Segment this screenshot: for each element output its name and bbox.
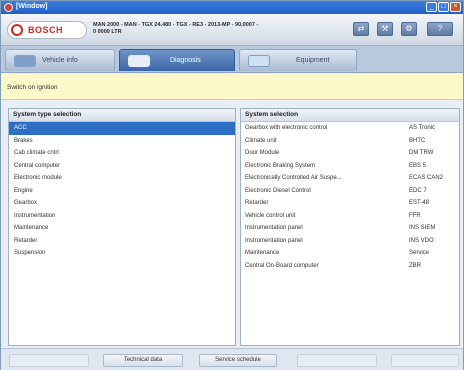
system-row[interactable]: Instrumentation panel INS VDO [241,235,459,248]
system-type-item[interactable]: Instrumentation [9,210,235,223]
minimize-button[interactable]: _ [426,2,437,12]
bottom-button-5[interactable] [391,354,459,367]
settings-icon[interactable]: ⚙ [401,22,417,36]
system-row[interactable]: Electronic Diesel Control EDC 7 [241,185,459,198]
system-type-item[interactable]: Engine [9,185,235,198]
connection-icon[interactable]: ⇄ [353,22,369,36]
system-code: EBS 5 [409,162,427,169]
system-type-header: System type selection [9,109,235,122]
system-type-item[interactable]: Electronic module [9,172,235,185]
system-type-item[interactable]: Gearbox [9,197,235,210]
bosch-armature-icon [11,24,23,36]
status-message: Switch on ignition [1,74,463,100]
system-row[interactable]: Retarder EST-48 [241,197,459,210]
system-code: FFR [409,212,421,219]
diagnosis-icon [128,55,150,67]
system-name: Maintenance [245,250,280,256]
vehicle-icon [14,55,36,67]
system-type-item[interactable]: Retarder [9,235,235,248]
system-type-item[interactable]: ACC [9,122,235,135]
system-selection-panel: System selection Gearbox with electronic… [240,108,460,346]
system-code: INS VDO [409,237,434,244]
bottom-button-1[interactable] [9,354,89,367]
tab-diagnosis[interactable]: Diagnosis [119,49,235,71]
tools-icon[interactable]: ⚒ [377,22,393,36]
app-icon [4,3,13,12]
system-selection-header: System selection [241,109,459,122]
system-row[interactable]: Central On-Board computer ZBR [241,260,459,273]
system-selection-list: Gearbox with electronic control AS Tronic… [241,122,459,272]
app-window: [Window] _ □ × BOSCH MAN 2000 - MAN - TG… [0,0,464,370]
vehicle-info: MAN 2000 - MAN - TGX 24.480 - TGX - RE3 … [93,22,323,36]
tab-label: Equipment [296,57,330,64]
vehicle-line-1: MAN 2000 - MAN - TGX 24.480 - TGX - RE3 … [93,22,259,28]
system-row[interactable]: Door Module DM TRW [241,147,459,160]
system-name: Vehicle control unit [245,212,296,219]
tab-equipment[interactable]: Equipment [239,49,357,71]
status-text: Switch on ignition [7,84,58,91]
system-name: Climate unit [245,137,277,144]
system-row[interactable]: Electronically Controlled Air Suspe... EC… [241,172,459,185]
tab-label: Vehicle info [42,57,78,64]
system-name: Door Module [245,150,280,156]
system-row[interactable]: Climate unit BHTC [241,135,459,148]
system-code: ZBR [409,262,421,269]
system-code: EST-48 [409,200,430,206]
tab-label: Diagnosis [170,57,201,64]
system-code: EDC 7 [409,187,427,194]
service-schedule-button[interactable]: Service schedule [199,354,277,367]
close-button[interactable]: × [450,2,461,12]
bottom-toolbar: Technical data Service schedule [1,348,463,370]
system-code: AS Tronic [409,125,436,131]
system-code: Service [409,250,430,256]
system-row[interactable]: Gearbox with electronic control AS Tronic [241,122,459,135]
technical-data-button[interactable]: Technical data [103,354,183,367]
system-row[interactable]: Maintenance Service [241,247,459,260]
system-code: INS SIEM [409,225,436,231]
header-bar: BOSCH MAN 2000 - MAN - TGX 24.480 - TGX … [1,14,463,46]
system-code: BHTC [409,137,426,144]
system-type-item[interactable]: Central computer [9,160,235,173]
system-name: Electronic Braking System [245,162,316,169]
bottom-button-4[interactable] [297,354,377,367]
system-type-list: ACC Brakes Cab climate cntrl Central comput… [9,122,235,260]
system-type-item[interactable]: Suspension [9,247,235,260]
system-type-item[interactable]: Brakes [9,135,235,148]
system-row[interactable]: Instrumentation panel INS SIEM [241,222,459,235]
bosch-logo: BOSCH [7,21,87,39]
vehicle-line-2: 0 0000 LTR [93,29,122,35]
window-title: [Window] [16,3,48,10]
system-name: Instrumentation panel [245,225,303,231]
maximize-button[interactable]: □ [438,2,449,12]
system-name: Central On-Board computer [245,262,319,269]
system-row[interactable]: Electronic Braking System EBS 5 [241,160,459,173]
equipment-icon [248,55,270,67]
system-name: Instrumentation panel [245,237,303,244]
title-bar: [Window] _ □ × [1,1,463,14]
system-type-item[interactable]: Maintenance [9,222,235,235]
system-name: Electronically Controlled Air Suspe... [245,175,342,181]
brand-name: BOSCH [28,25,64,35]
system-type-item[interactable]: Cab climate cntrl [9,147,235,160]
tab-vehicle-info[interactable]: Vehicle info [5,49,115,71]
system-code: DM TRW [409,150,434,156]
system-name: Retarder [245,200,269,206]
help-icon[interactable]: ? [427,22,453,36]
system-name: Gearbox with electronic control [245,125,328,131]
system-row[interactable]: Vehicle control unit FFR [241,210,459,223]
system-code: ECAS CAN2 [409,175,444,181]
system-name: Electronic Diesel Control [245,187,311,194]
tab-bar: Vehicle info Diagnosis Equipment [1,46,463,73]
system-type-panel: System type selection ACC Brakes Cab clima… [8,108,236,346]
